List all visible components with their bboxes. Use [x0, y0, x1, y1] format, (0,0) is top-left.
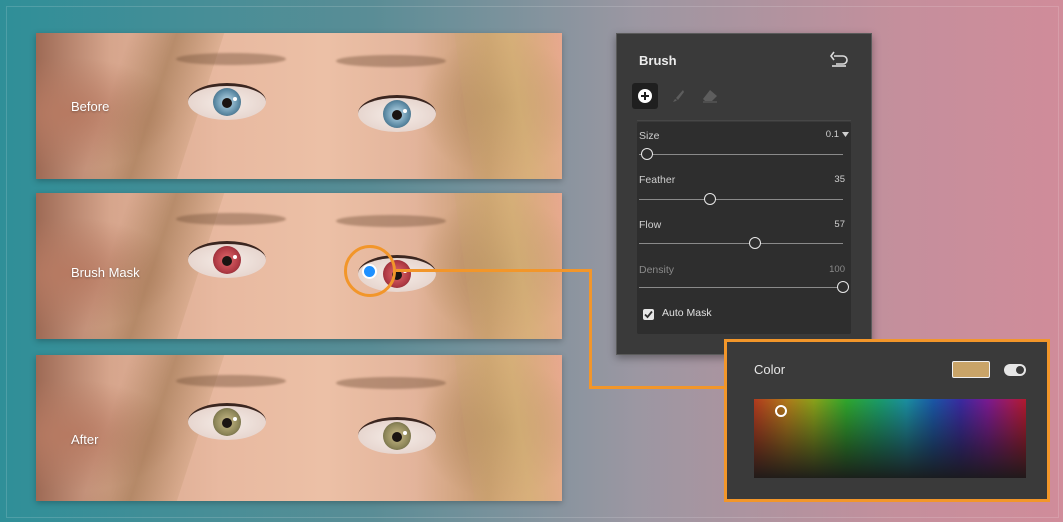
size-label: Size	[639, 130, 660, 142]
eye-left	[188, 403, 266, 440]
brush-mask-label: Brush Mask	[71, 265, 140, 280]
callout-line	[396, 269, 592, 272]
size-value[interactable]: 0.1	[826, 129, 839, 140]
density-value: 100	[829, 264, 845, 275]
callout-line-horizontal	[589, 386, 727, 389]
eye-left	[188, 83, 266, 120]
feather-value: 35	[834, 174, 845, 185]
brush-icon	[673, 90, 684, 102]
eraser-icon	[703, 90, 717, 103]
brush-pin[interactable]	[362, 264, 377, 279]
color-swatch[interactable]	[952, 361, 990, 378]
color-panel: Color	[724, 339, 1050, 502]
add-icon	[638, 89, 652, 103]
brush-settings: Size 0.1 Feather 35 Flow 57 Density 100 …	[637, 122, 851, 334]
photo-before	[36, 33, 562, 179]
color-toggle[interactable]	[1004, 364, 1026, 376]
color-spectrum[interactable]	[754, 399, 1026, 478]
panel-title: Brush	[639, 53, 677, 68]
brush-panel: Brush Size 0.1 Feather 35 Flow 57 Densit…	[616, 33, 872, 355]
color-title: Color	[754, 362, 786, 377]
feather-label: Feather	[639, 174, 676, 186]
brush-tool-button[interactable]	[665, 83, 691, 109]
flow-slider-thumb[interactable]	[749, 237, 762, 249]
eye-left	[188, 241, 266, 278]
size-slider-track[interactable]	[639, 154, 843, 155]
reset-icon[interactable]	[829, 50, 849, 68]
chevron-down-icon[interactable]	[842, 132, 849, 137]
checkmark-icon	[644, 310, 653, 319]
flow-value: 57	[834, 219, 845, 230]
size-slider-thumb[interactable]	[641, 148, 654, 160]
feather-slider-track[interactable]	[639, 199, 843, 200]
feather-slider-thumb[interactable]	[704, 193, 717, 205]
after-label: After	[71, 432, 99, 447]
flow-slider-track[interactable]	[639, 243, 843, 244]
color-picker-handle[interactable]	[775, 405, 787, 417]
density-slider-track[interactable]	[639, 287, 843, 288]
auto-mask-checkbox[interactable]	[643, 309, 654, 320]
auto-mask-label: Auto Mask	[662, 307, 712, 319]
photo-after	[36, 355, 562, 501]
eye-right	[358, 417, 436, 454]
eraser-tool-button[interactable]	[697, 83, 723, 109]
flow-label: Flow	[639, 219, 662, 231]
eye-right	[358, 95, 436, 132]
callout-line-vertical	[589, 269, 592, 389]
before-label: Before	[71, 99, 110, 114]
density-slider-thumb[interactable]	[837, 281, 849, 293]
density-label: Density	[639, 264, 675, 276]
add-brush-button[interactable]	[632, 83, 658, 109]
